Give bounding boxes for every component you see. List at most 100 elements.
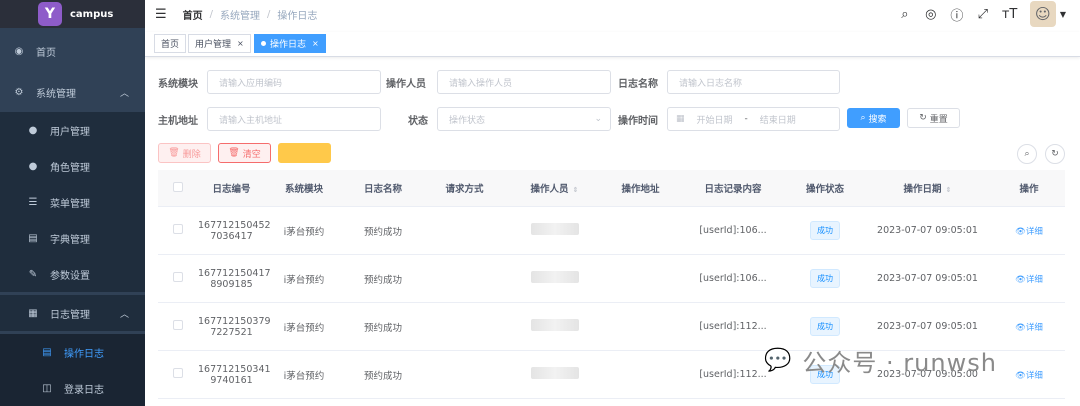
- search-icon[interactable]: ⌕: [898, 7, 912, 22]
- log-id-line: 8909185: [210, 278, 253, 290]
- active-dot: [261, 41, 266, 46]
- github-icon[interactable]: ◎: [924, 7, 938, 22]
- logo-bar[interactable]: Y campus: [0, 0, 145, 28]
- detail-button[interactable]: 👁详细: [1015, 323, 1043, 333]
- right-menu: ⌕ ◎ ⓘ ⤢ ᴛT ☺ ▼: [886, 0, 1066, 28]
- caret-down-icon[interactable]: ▼: [1060, 10, 1066, 19]
- sidebar-item-label: 操作日志: [64, 348, 104, 360]
- sidebar-item-operlog[interactable]: ▤ 操作日志: [0, 334, 145, 370]
- close-icon[interactable]: ×: [312, 39, 319, 48]
- search-icon: ⌕: [860, 113, 866, 123]
- select-all-checkbox[interactable]: [173, 181, 183, 192]
- clear-button[interactable]: 🗑 清空: [218, 143, 271, 163]
- refresh-icon: ↻: [919, 113, 927, 123]
- tag-label: 首页: [161, 40, 180, 50]
- font-size-icon[interactable]: ᴛT: [1002, 7, 1018, 22]
- detail-button[interactable]: 👁详细: [1015, 275, 1043, 285]
- navbar: ☰ 首页 / 系统管理 / 操作日志 ⌕ ◎ ⓘ ⤢ ᴛT ☺ ▼: [145, 0, 1080, 28]
- row-checkbox[interactable]: [173, 320, 183, 330]
- sidebar-item-roles[interactable]: ● 角色管理: [0, 148, 145, 184]
- sidebar-item-config[interactable]: ✎ 参数设置: [0, 256, 145, 292]
- detail-label: 详细: [1025, 322, 1043, 333]
- chevron-up-icon: ︿: [119, 88, 129, 99]
- end-date[interactable]: 结束日期: [760, 113, 796, 126]
- system-module-input[interactable]: 请输入应用编码: [207, 70, 381, 94]
- peoples-icon: ●: [28, 160, 38, 172]
- column-header-date[interactable]: 操作日期 ⇕: [862, 181, 993, 195]
- operator-name: [506, 223, 603, 238]
- log-id-line: 167712150379: [198, 315, 271, 327]
- system-module: i茅台预约: [283, 274, 325, 286]
- select-all-cell: [158, 181, 198, 195]
- calendar-icon: ▦: [676, 114, 685, 124]
- operator-input[interactable]: 请输入操作人员: [437, 70, 611, 94]
- detail-label: 详细: [1025, 274, 1043, 285]
- logininfor-icon: ◫: [42, 382, 52, 394]
- wechat-icon: 💬: [764, 348, 793, 373]
- sidebar-item-system[interactable]: ⚙ 系统管理 ︿: [0, 74, 145, 110]
- label-system-module: 系统模块: [158, 79, 198, 90]
- date-range-picker[interactable]: ▦ 开始日期 - 结束日期: [667, 107, 840, 131]
- oper-date: 2023-07-07 09:05:01: [877, 225, 978, 236]
- start-date[interactable]: 开始日期: [697, 113, 733, 126]
- sidebar-item-menus[interactable]: ☰ 菜单管理: [0, 184, 145, 220]
- detail-button[interactable]: 👁详细: [1015, 371, 1043, 381]
- log-icon: ▦: [28, 307, 38, 319]
- sidebar-item-users[interactable]: ● 用户管理: [0, 112, 145, 148]
- hamburger-icon[interactable]: ☰: [155, 7, 167, 22]
- date-separator: -: [744, 114, 748, 124]
- breadcrumb-current: 操作日志: [277, 10, 318, 22]
- tag-operlog[interactable]: 操作日志 ×: [254, 34, 326, 53]
- delete-icon: 🗑: [228, 148, 240, 158]
- column-header: 日志记录内容: [704, 184, 762, 195]
- row-checkbox[interactable]: [173, 224, 183, 234]
- label-time: 操作时间: [618, 116, 658, 127]
- log-id: 167712150341 9740161: [198, 364, 271, 386]
- delete-button[interactable]: 🗑 删除: [158, 143, 211, 163]
- chevron-up-icon: ︿: [119, 309, 129, 320]
- app-name: campus: [70, 8, 114, 20]
- status-cell: 成功: [788, 221, 862, 240]
- search-button[interactable]: ⌕ 搜索: [847, 108, 900, 128]
- log-name-input[interactable]: 请输入日志名称: [667, 70, 840, 94]
- reset-button[interactable]: ↻ 重置: [907, 108, 960, 128]
- status-badge: 成功: [810, 221, 840, 240]
- question-icon[interactable]: ⓘ: [950, 5, 964, 24]
- sidebar-item-logininfor[interactable]: ◫ 登录日志: [0, 370, 145, 406]
- tag-home[interactable]: 首页: [154, 34, 187, 53]
- blurred-operator: [530, 319, 579, 331]
- sort-icon[interactable]: ⇕: [946, 186, 952, 194]
- placeholder: 请输入日志名称: [679, 78, 743, 89]
- refresh-button[interactable]: ↻: [1045, 144, 1065, 164]
- action-cell: 👁详细: [993, 369, 1065, 381]
- fullscreen-icon[interactable]: ⤢: [976, 7, 990, 22]
- detail-button[interactable]: 👁详细: [1015, 227, 1043, 237]
- avatar[interactable]: ☺: [1029, 1, 1056, 27]
- button-label: 清空: [242, 149, 261, 160]
- button-label: 搜索: [868, 114, 887, 125]
- status-cell: 成功: [788, 317, 862, 336]
- column-header-operator[interactable]: 操作人员 ⇕: [506, 181, 603, 195]
- form-icon: ▤: [42, 346, 52, 358]
- operator-name: [506, 271, 603, 286]
- table-row[interactable]: 167712150452 7036417 i茅台预约 预约成功 [userId]:…: [158, 207, 1065, 255]
- status-select[interactable]: 操作状态 ⌄: [437, 107, 611, 131]
- close-icon[interactable]: ×: [237, 39, 244, 48]
- delete-icon: 🗑: [168, 148, 180, 158]
- sort-icon[interactable]: ⇕: [573, 186, 579, 194]
- breadcrumb-home[interactable]: 首页: [183, 7, 203, 22]
- operator-name: [506, 319, 603, 334]
- sidebar-item-dict[interactable]: ▤ 字典管理: [0, 220, 145, 256]
- toggle-search-button[interactable]: ⌕: [1017, 144, 1037, 164]
- row-checkbox[interactable]: [173, 272, 183, 282]
- table-row[interactable]: 167712150417 8909185 i茅台预约 预约成功 [userId]:…: [158, 255, 1065, 303]
- placeholder: 请输入操作人员: [449, 78, 513, 89]
- host-input[interactable]: 请输入主机地址: [207, 107, 381, 131]
- tag-users[interactable]: 用户管理 ×: [188, 34, 251, 53]
- row-checkbox[interactable]: [173, 368, 183, 378]
- export-button[interactable]: [278, 143, 331, 163]
- detail-label: 详细: [1025, 370, 1043, 381]
- action-cell: 👁详细: [993, 273, 1065, 285]
- sidebar-item-log[interactable]: ▦ 日志管理 ︿: [0, 295, 145, 331]
- sidebar-item-home[interactable]: ◉ 首页: [0, 33, 145, 69]
